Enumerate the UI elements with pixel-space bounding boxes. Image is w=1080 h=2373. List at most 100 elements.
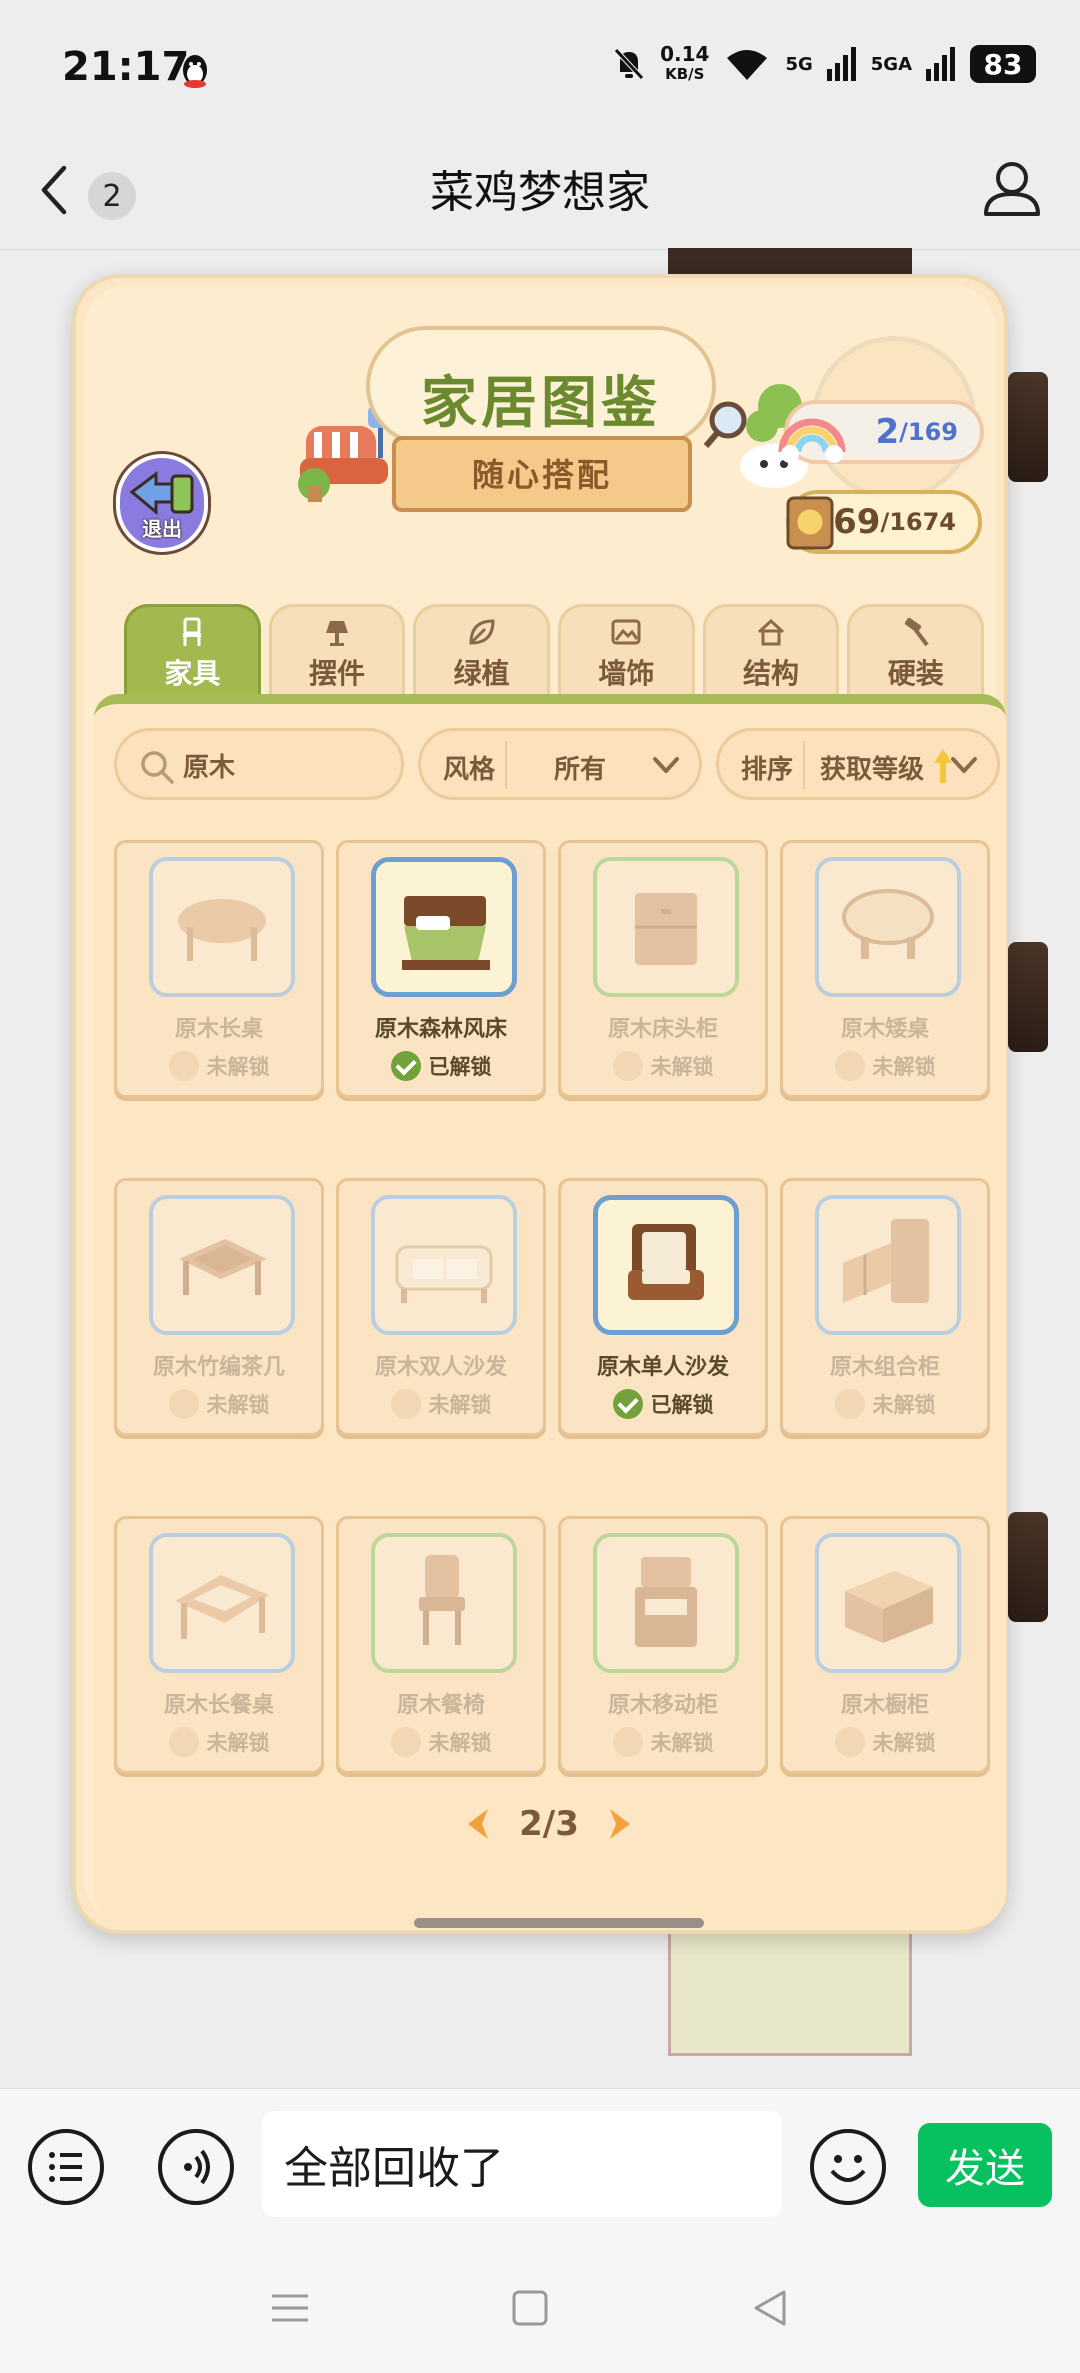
furniture-item-icon (419, 1555, 465, 1645)
tab-label: 墙饰 (598, 657, 655, 690)
item-card[interactable]: 原木单人沙发 已解锁 (558, 1178, 768, 1436)
item-card[interactable]: 原木移动柜 未解锁 (558, 1516, 768, 1774)
next-page-button[interactable] (604, 1806, 634, 1842)
wifi-icon (727, 50, 768, 80)
chat-input-bar: 发送 (0, 2088, 1080, 2248)
net-speed: 0.14 KB/S (660, 44, 709, 84)
item-thumbnail (149, 1195, 295, 1335)
sort-dropdown[interactable]: 排序 获取等级 (716, 728, 1000, 800)
net-speed-unit: KB/S (665, 65, 705, 83)
signal-2-label: 5GA (870, 53, 912, 75)
item-card[interactable]: 原木床头柜未解锁 (558, 840, 768, 1098)
tab-hard-decor[interactable]: 硬装 (847, 604, 985, 700)
status-icons: 0.14 KB/S 5G 5GA 83 (612, 44, 1036, 84)
furniture-item-icon (175, 1575, 269, 1639)
item-card[interactable]: 原木长桌 未解锁 (114, 840, 324, 1098)
item-name: 原木竹编茶几 (152, 1355, 285, 1380)
furniture-item-icon (402, 896, 490, 970)
style-filter-label: 风格 (443, 755, 496, 785)
item-status: 未解锁 (339, 1389, 543, 1419)
tab-label: 硬装 (887, 657, 944, 690)
item-status: 未解锁 (117, 1389, 321, 1419)
item-grid: 原木长桌 未解锁 原木森林风床 已解锁 原木床头柜 未解锁 原木矮桌 未解锁 原木竹编茶几 未解锁… (114, 840, 994, 1774)
tab-label: 摆件 (309, 657, 366, 690)
exit-button[interactable]: 退出 (116, 454, 208, 552)
item-card[interactable]: 原木竹编茶几 未解锁 (114, 1178, 324, 1436)
back-nav-icon[interactable] (748, 2286, 792, 2330)
item-name: 原木餐椅 (396, 1693, 485, 1718)
tab-furniture[interactable]: 家具 (124, 604, 261, 700)
catalog-subtitle: 随心搭配 (471, 456, 612, 494)
item-card[interactable]: 原木餐椅 未解锁 (336, 1516, 546, 1774)
style-filter-dropdown[interactable]: 风格 所有 (418, 728, 702, 800)
chat-image-edge (668, 1930, 912, 2056)
chair-icon (183, 617, 202, 646)
item-card[interactable]: 原木长餐桌 未解锁 (114, 1516, 324, 1774)
item-status: 未解锁 (783, 1389, 987, 1419)
tab-structure[interactable]: 结构 (702, 604, 840, 700)
hammer-icon (904, 617, 929, 647)
panel-inner: 退出 家居图鉴 随心搭配 2 /169 69 /1674 家具 摆件 绿植 墙饰… (84, 286, 1006, 1928)
item-thumbnail (371, 1533, 517, 1673)
item-name: 原木单人沙发 (596, 1355, 729, 1380)
item-card[interactable]: 原木森林风床 已解锁 (336, 840, 546, 1098)
item-name: 原木橱柜 (840, 1693, 929, 1718)
lock-dot-icon (168, 1389, 199, 1419)
item-name: 原木组合柜 (829, 1355, 940, 1380)
signal-icon (826, 47, 856, 81)
coin-counter: 69 /1674 (786, 490, 982, 554)
rainbow-counter: 2 /169 (778, 400, 984, 464)
mute-bell-icon (614, 48, 644, 80)
furniture-item-icon (635, 893, 697, 965)
divider (803, 741, 805, 789)
search-box[interactable] (114, 728, 404, 800)
lock-dot-icon (834, 1389, 865, 1419)
chat-title: 菜鸡梦想家 (430, 167, 650, 218)
item-name: 原木长餐桌 (163, 1693, 274, 1718)
lock-dot-icon (168, 1051, 199, 1081)
item-name: 原木双人沙发 (374, 1355, 507, 1380)
item-status: 未解锁 (783, 1051, 987, 1081)
item-card[interactable]: 原木组合柜 未解锁 (780, 1178, 990, 1436)
tab-decor[interactable]: 摆件 (268, 604, 406, 700)
rainbow-total: /169 (899, 418, 958, 446)
search-icon (141, 751, 174, 784)
home-nav-icon[interactable] (508, 2286, 552, 2330)
coin-book-icon (786, 496, 834, 550)
message-input[interactable] (262, 2111, 782, 2217)
send-button[interactable]: 发送 (918, 2123, 1052, 2207)
voice-input-button[interactable] (158, 2129, 234, 2205)
furniture-item-icon (179, 1239, 267, 1295)
house-icon (758, 618, 785, 646)
catalog-content: 风格 所有 排序 获取等级 原木长桌未解锁原木森林风床已解锁原木床头柜未解锁原木… (94, 694, 1006, 1928)
item-thumbnail (371, 1195, 517, 1335)
catalog-title-banner: 家居图鉴 (366, 326, 716, 446)
net-speed-value: 0.14 (660, 42, 710, 66)
tab-label: 绿植 (453, 657, 510, 690)
item-thumbnail (593, 1195, 739, 1335)
item-thumbnail (593, 857, 739, 997)
item-status-label: 未解锁 (650, 1055, 714, 1079)
emoji-button[interactable] (810, 2129, 886, 2205)
item-card[interactable]: 原木矮桌 未解锁 (780, 840, 990, 1098)
system-nav-bar (0, 2248, 1080, 2373)
tab-wall-decor[interactable]: 墙饰 (558, 604, 695, 700)
item-status: 已解锁 (561, 1389, 765, 1419)
search-input[interactable] (183, 743, 393, 787)
lamp-icon (326, 621, 348, 646)
tab-label: 家具 (164, 657, 221, 690)
item-card[interactable]: 原木双人沙发 未解锁 (336, 1178, 546, 1436)
item-status-label: 未解锁 (650, 1731, 714, 1755)
prev-page-button[interactable] (464, 1806, 494, 1842)
item-name: 原木床头柜 (607, 1017, 718, 1042)
item-card[interactable]: 原木橱柜 未解锁 (780, 1516, 990, 1774)
tab-plants[interactable]: 绿植 (413, 604, 551, 700)
menu-nav-icon[interactable] (268, 2286, 312, 2330)
item-status: 未解锁 (783, 1727, 987, 1757)
avatar (1008, 942, 1048, 1052)
profile-icon[interactable] (980, 156, 1044, 220)
menu-list-button[interactable] (28, 2129, 104, 2205)
sort-value: 获取等级 (819, 755, 924, 785)
lock-dot-icon (612, 1727, 643, 1757)
coin-total: /1674 (880, 508, 956, 536)
